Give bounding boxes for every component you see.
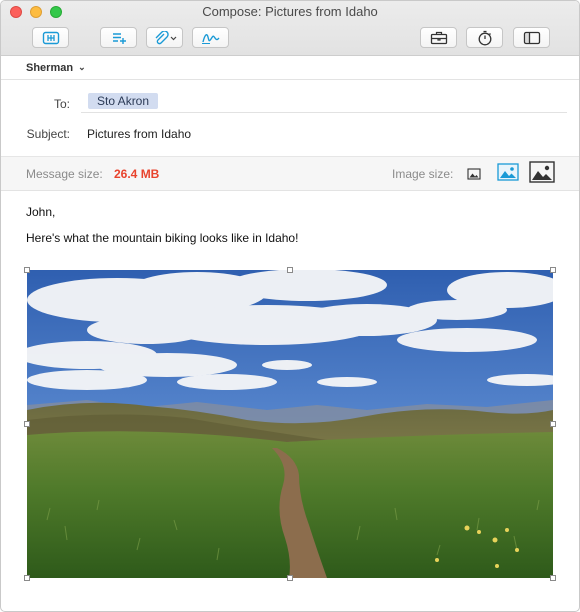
- signature-button[interactable]: [192, 27, 229, 48]
- send-button[interactable]: [32, 27, 69, 48]
- chevron-down-icon: ⌄: [78, 62, 86, 72]
- resize-handle-bottom-right[interactable]: [550, 575, 556, 581]
- subject-row: Subject: Pictures from Idaho: [1, 113, 579, 146]
- from-account-selector[interactable]: Sherman ⌄: [1, 56, 579, 80]
- subject-label: Subject:: [26, 127, 70, 141]
- image-size-label: Image size:: [392, 167, 454, 181]
- resize-handle-bottom[interactable]: [287, 575, 293, 581]
- message-greeting[interactable]: John,: [26, 205, 55, 219]
- resize-handle-right[interactable]: [550, 421, 556, 427]
- resize-handle-top-right[interactable]: [550, 267, 556, 273]
- sidebar-toggle-button[interactable]: [513, 27, 550, 48]
- subject-field[interactable]: Pictures from Idaho: [87, 127, 191, 141]
- large-image-icon: [529, 161, 555, 188]
- message-size-label: Message size:: [26, 167, 103, 181]
- to-row: To: Sto Akron: [1, 80, 579, 113]
- image-size-large-option[interactable]: [529, 161, 555, 188]
- resize-handle-top[interactable]: [287, 267, 293, 273]
- attach-button[interactable]: [146, 27, 183, 48]
- compose-window: Compose: Pictures from Idaho Sherman ⌄ T…: [0, 0, 580, 612]
- inline-photo[interactable]: [24, 267, 556, 581]
- briefcase-icon: [430, 31, 448, 45]
- format-list-icon: [111, 31, 127, 45]
- size-bar: Message size: 26.4 MB Image size:: [1, 156, 579, 191]
- send-icon: [42, 31, 60, 45]
- attachment-icon: [152, 30, 178, 45]
- format-button[interactable]: [100, 27, 137, 48]
- signature-icon: [201, 31, 221, 45]
- timer-icon: [477, 30, 493, 46]
- message-body-text[interactable]: Here's what the mountain biking looks li…: [26, 231, 298, 245]
- resize-handle-bottom-left[interactable]: [24, 575, 30, 581]
- medium-image-icon: [497, 163, 519, 186]
- from-account-label: Sherman: [26, 61, 74, 74]
- resize-handle-left[interactable]: [24, 421, 30, 427]
- recipient-chip[interactable]: Sto Akron: [88, 93, 159, 109]
- mountain-trail-photo: [27, 270, 553, 578]
- window-title: Compose: Pictures from Idaho: [202, 4, 378, 19]
- to-label: To:: [53, 97, 70, 111]
- sidebar-icon: [523, 31, 541, 45]
- small-image-icon: [467, 167, 481, 185]
- briefcase-button[interactable]: [420, 27, 457, 48]
- send-later-button[interactable]: [466, 27, 503, 48]
- message-size-value: 26.4 MB: [114, 167, 160, 181]
- image-size-medium-option[interactable]: [497, 163, 519, 186]
- image-size-small-option[interactable]: [467, 167, 481, 185]
- resize-handle-top-left[interactable]: [24, 267, 30, 273]
- window-chrome: Compose: Pictures from Idaho: [1, 1, 579, 56]
